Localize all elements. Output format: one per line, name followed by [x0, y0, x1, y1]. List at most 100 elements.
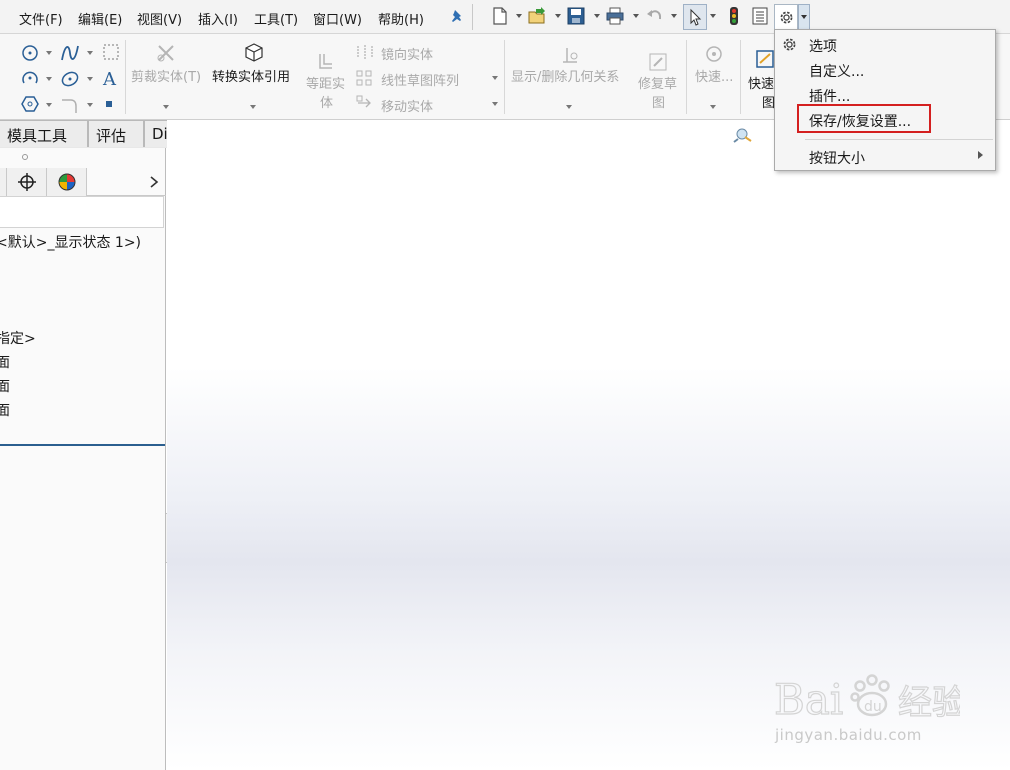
- trim-entities-label: 剪裁实体(T): [131, 70, 202, 85]
- svg-text:du: du: [864, 699, 882, 715]
- move-dropdown-arrow: [492, 102, 498, 106]
- select-button[interactable]: [683, 4, 707, 30]
- highlight-box: [797, 104, 931, 133]
- point-icon[interactable]: [105, 100, 113, 108]
- cmd-separator: [686, 40, 687, 114]
- tab-evaluate[interactable]: 评估: [88, 120, 144, 147]
- watermark-url: jingyan.baidu.com: [775, 726, 922, 744]
- tree-display-state[interactable]: <默认>_显示状态 1>): [0, 232, 141, 252]
- mirror-entities-label: 镜向实体: [381, 48, 434, 63]
- repair-sketch-label-line2: 图: [652, 96, 666, 111]
- fillet-icon: [62, 99, 77, 113]
- offset-entities-label-line1: 等距实: [306, 77, 346, 92]
- pin-icon[interactable]: [449, 8, 465, 24]
- panel-filter-box[interactable]: [0, 196, 164, 228]
- menu-file[interactable]: 文件(F): [19, 9, 63, 28]
- relations-dropdown-arrow: [566, 105, 572, 109]
- undo-icon[interactable]: [645, 6, 665, 26]
- move-entities-icon: [356, 95, 371, 108]
- menu-item-addins[interactable]: 插件...: [809, 86, 850, 106]
- arc-dropdown-arrow[interactable]: [46, 77, 52, 81]
- panel-tabs: [0, 168, 166, 196]
- tree-plane-front[interactable]: 面: [0, 352, 10, 372]
- panel-tab-dimxpert-manager[interactable]: [0, 168, 7, 196]
- gear-icon: [783, 38, 796, 51]
- open-dropdown-arrow[interactable]: [555, 14, 561, 18]
- menu-item-button-size[interactable]: 按钮大小: [809, 148, 865, 168]
- open-folder-icon[interactable]: [527, 6, 547, 26]
- options-gear-button[interactable]: [774, 4, 798, 30]
- gear-icon: [780, 11, 793, 24]
- print-dropdown-arrow[interactable]: [633, 14, 639, 18]
- feature-manager-panel: <默认>_显示状态 1>) 指定> 面 面 面: [0, 148, 166, 770]
- repair-sketch-label-line1: 修复草: [638, 77, 678, 92]
- menubar-separator: [472, 4, 473, 30]
- tree-plane-top[interactable]: 面: [0, 376, 10, 396]
- new-dropdown-arrow[interactable]: [516, 14, 522, 18]
- quick-view-icon[interactable]: [756, 50, 774, 68]
- options-dropdown-menu: 选项 自定义... 插件... 保存/恢复设置... 按钮大小: [774, 29, 996, 171]
- sketch-text-icon[interactable]: A: [100, 67, 122, 89]
- print-icon[interactable]: [605, 6, 625, 26]
- menu-view[interactable]: 视图(V): [137, 9, 182, 28]
- menu-separator: [805, 139, 993, 140]
- quick-snaps-label: 快速...: [695, 70, 734, 85]
- pattern-dropdown-arrow: [492, 76, 498, 80]
- chevron-down-icon: [801, 15, 807, 19]
- menu-item-options[interactable]: 选项: [809, 36, 837, 56]
- options-dropdown-button[interactable]: [798, 4, 810, 30]
- trim-dropdown-arrow: [163, 105, 169, 109]
- save-dropdown-arrow[interactable]: [594, 14, 600, 18]
- quick-snaps-dropdown-arrow: [710, 105, 716, 109]
- tab-mold-tools[interactable]: 模具工具: [0, 120, 88, 147]
- panel-tab-crosshair[interactable]: [7, 168, 47, 196]
- file-properties-icon[interactable]: [750, 6, 770, 26]
- select-cursor-icon: [690, 8, 702, 26]
- menu-item-customize[interactable]: 自定义...: [809, 61, 864, 81]
- convert-entities-label[interactable]: 转换实体引用: [212, 66, 290, 85]
- panel-tab-display-manager[interactable]: [47, 168, 87, 196]
- menu-tools[interactable]: 工具(T): [254, 9, 298, 28]
- crosshair-icon: [18, 173, 36, 191]
- select-dropdown-arrow[interactable]: [710, 14, 716, 18]
- quick-view-label-line1[interactable]: 快速: [748, 73, 774, 92]
- sketch-region-icon[interactable]: [101, 42, 121, 62]
- rebuild-traffic-light-icon[interactable]: [724, 6, 744, 26]
- tree-material-unspecified[interactable]: 指定>: [0, 328, 36, 348]
- menu-edit[interactable]: 编辑(E): [78, 9, 122, 28]
- arc-icon[interactable]: [20, 69, 42, 89]
- menu-insert[interactable]: 插入(I): [198, 9, 238, 28]
- chevron-right-icon[interactable]: [149, 175, 159, 189]
- cmd-separator: [504, 40, 505, 114]
- spline-dropdown-arrow[interactable]: [87, 51, 93, 55]
- polygon-dropdown-arrow[interactable]: [46, 103, 52, 107]
- menu-help[interactable]: 帮助(H): [378, 9, 424, 28]
- appearance-ball-icon: [58, 173, 76, 191]
- circle-icon[interactable]: [20, 43, 40, 63]
- menu-window[interactable]: 窗口(W): [313, 9, 362, 28]
- svg-text:A: A: [102, 69, 117, 89]
- save-icon[interactable]: [566, 6, 586, 26]
- circle-dropdown-arrow[interactable]: [46, 51, 52, 55]
- tree-plane-right[interactable]: 面: [0, 400, 10, 420]
- undo-dropdown-arrow: [671, 14, 677, 18]
- zoom-to-fit-icon[interactable]: [733, 127, 753, 143]
- mirror-icon: [357, 45, 373, 59]
- offset-entities-icon: [319, 54, 332, 69]
- convert-entities-icon[interactable]: [243, 42, 265, 64]
- linear-pattern-label: 线性草图阵列: [381, 74, 460, 89]
- rollback-bar[interactable]: [0, 444, 165, 446]
- ellipse-dropdown-arrow[interactable]: [87, 77, 93, 81]
- new-document-icon[interactable]: [490, 6, 510, 26]
- spline-icon[interactable]: [59, 42, 81, 64]
- convert-dropdown-arrow[interactable]: [250, 105, 256, 109]
- display-delete-relations-label: 显示/删除几何关系: [511, 70, 620, 85]
- ellipse-icon[interactable]: [59, 68, 81, 90]
- panel-grip-dot[interactable]: [22, 154, 28, 160]
- repair-sketch-icon: [649, 53, 667, 71]
- relations-icon: [563, 48, 578, 63]
- linear-pattern-icon: [356, 70, 372, 86]
- trim-icon: [157, 45, 174, 62]
- svg-text:Bai: Bai: [774, 675, 843, 724]
- polygon-icon[interactable]: [20, 94, 40, 114]
